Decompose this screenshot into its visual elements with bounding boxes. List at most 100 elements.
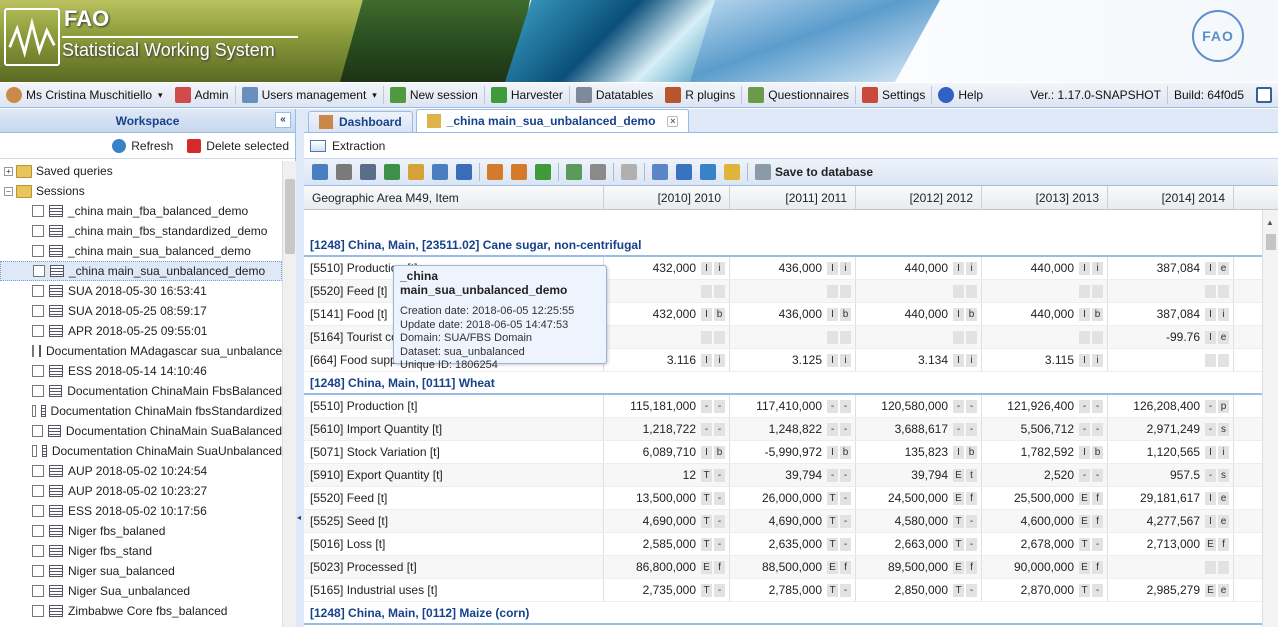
data-cell[interactable] xyxy=(982,280,1108,302)
data-cell[interactable]: 88,500,000 Ef xyxy=(730,556,856,578)
session-item[interactable]: AUP 2018-05-02 10:23:27 xyxy=(0,481,282,501)
data-cell[interactable]: 2,735,000 T - xyxy=(604,579,730,601)
r-plugins-button[interactable]: R plugins xyxy=(659,83,741,108)
data-cell[interactable]: 1,218,722- - xyxy=(604,418,730,440)
data-cell[interactable]: 12 T - xyxy=(604,464,730,486)
new-session-button[interactable]: New session xyxy=(384,83,484,108)
session-checkbox[interactable] xyxy=(32,445,37,457)
data-cell[interactable]: 90,000,000 Ef xyxy=(982,556,1108,578)
data-cell[interactable]: 24,500,000 Ef xyxy=(856,487,982,509)
save-to-database-button[interactable]: Save to database xyxy=(755,164,873,180)
user-menu[interactable]: Ms Cristina Muschitiello ▾ xyxy=(0,83,169,108)
data-cell[interactable]: 1,782,592 Ib xyxy=(982,441,1108,463)
data-cell[interactable]: 4,580,000 T - xyxy=(856,510,982,532)
search-icon[interactable] xyxy=(408,164,424,180)
data-cell[interactable]: 26,000,000 T - xyxy=(730,487,856,509)
data-cell[interactable]: 2,785,000 T - xyxy=(730,579,856,601)
session-item[interactable]: Zimbabwe Core fbs_balanced xyxy=(0,601,282,621)
data-cell[interactable] xyxy=(604,326,730,348)
data-cell[interactable]: 440,000 Ii xyxy=(982,257,1108,279)
session-checkbox[interactable] xyxy=(32,425,44,437)
data-cell[interactable] xyxy=(1108,349,1234,371)
column-header-year[interactable]: [2010] 2010 xyxy=(604,186,730,209)
data-cell[interactable]: 25,500,000 Ef xyxy=(982,487,1108,509)
session-item[interactable]: _china main_sua_unbalanced_demo xyxy=(0,261,282,281)
plugin-icon[interactable] xyxy=(535,164,551,180)
session-checkbox[interactable] xyxy=(32,585,44,597)
session-item[interactable]: APR 2018-05-25 09:55:01 xyxy=(0,321,282,341)
collapse-toggle-icon[interactable]: − xyxy=(4,186,13,196)
session-item[interactable]: _china main_fba_balanced_demo xyxy=(0,201,282,221)
session-checkbox[interactable] xyxy=(32,545,44,557)
group-header[interactable]: [1248] China, Main, [23511.02] Cane suga… xyxy=(304,234,1262,257)
table-row[interactable]: [5510] Production [t] 115,181,000- -117,41… xyxy=(304,395,1262,418)
session-item[interactable]: Documentation MAdagascar sua_unbalanced xyxy=(0,341,282,361)
tree-node-sessions[interactable]: − Sessions xyxy=(0,181,282,201)
session-checkbox[interactable] xyxy=(32,245,44,257)
data-cell[interactable]: 957.5- s xyxy=(1108,464,1234,486)
session-checkbox[interactable] xyxy=(32,365,44,377)
session-checkbox[interactable] xyxy=(32,525,44,537)
table-row[interactable]: [5023] Processed [t] 86,800,000 Ef 88,500,0… xyxy=(304,556,1262,579)
session-checkbox[interactable] xyxy=(32,285,44,297)
tab-dashboard[interactable]: Dashboard xyxy=(308,111,413,132)
data-cell[interactable] xyxy=(1108,280,1234,302)
table-row[interactable]: [5016] Loss [t] 2,585,000 T -2,635,000 T -2,6… xyxy=(304,533,1262,556)
table-row[interactable]: [5610] Import Quantity [t] 1,218,722- -1,2… xyxy=(304,418,1262,441)
data-cell[interactable]: 126,208,400- p xyxy=(1108,395,1234,417)
tools-icon[interactable] xyxy=(312,164,328,180)
delete-selected-button[interactable]: Delete selected xyxy=(187,138,289,153)
data-cell[interactable]: 2,850,000 T - xyxy=(856,579,982,601)
session-checkbox[interactable] xyxy=(32,345,34,357)
data-cell[interactable]: -99.76 Ie xyxy=(1108,326,1234,348)
eraser-icon[interactable] xyxy=(621,164,637,180)
data-cell[interactable]: 432,000 Ib xyxy=(604,303,730,325)
splitter-arrow-icon[interactable]: ◂ xyxy=(297,513,301,522)
layout-icon[interactable] xyxy=(456,164,472,180)
session-item[interactable]: ESS 2018-05-14 14:10:46 xyxy=(0,361,282,381)
session-checkbox[interactable] xyxy=(32,225,44,237)
session-item[interactable]: Niger fbs_balaned xyxy=(0,521,282,541)
session-checkbox[interactable] xyxy=(32,605,44,617)
data-cell[interactable]: 29,181,617 Ie xyxy=(1108,487,1234,509)
upload-icon[interactable] xyxy=(511,164,527,180)
data-cell[interactable] xyxy=(1108,556,1234,578)
session-item[interactable]: AUP 2018-05-02 10:24:54 xyxy=(0,461,282,481)
session-checkbox[interactable] xyxy=(32,205,44,217)
data-cell[interactable] xyxy=(730,326,856,348)
session-checkbox[interactable] xyxy=(32,565,44,577)
data-cell[interactable]: 2,713,000 Ef xyxy=(1108,533,1234,555)
table-row[interactable]: [5525] Seed [t] 4,690,000 T -4,690,000 T -4,5… xyxy=(304,510,1262,533)
session-item[interactable]: Documentation ChinaMain SuaUnbalanced xyxy=(0,441,282,461)
data-cell[interactable]: 86,800,000 Ef xyxy=(604,556,730,578)
copy-icon[interactable] xyxy=(652,164,668,180)
session-checkbox[interactable] xyxy=(32,325,44,337)
session-checkbox[interactable] xyxy=(32,385,44,397)
data-cell[interactable]: 6,089,710 Ib xyxy=(604,441,730,463)
session-item[interactable]: Documentation ChinaMain fbsStandardized xyxy=(0,401,282,421)
table-row[interactable]: [5071] Stock Variation [t] 6,089,710 Ib -5,… xyxy=(304,441,1262,464)
session-checkbox[interactable] xyxy=(33,265,45,277)
close-icon[interactable]: × xyxy=(667,115,679,127)
panel-splitter[interactable]: ◂ xyxy=(296,109,304,627)
data-cell[interactable]: 135,823 Ib xyxy=(856,441,982,463)
data-cell[interactable]: 4,690,000 T - xyxy=(604,510,730,532)
tree-node-saved-queries[interactable]: + Saved queries xyxy=(0,161,282,181)
table-row[interactable]: [5910] Export Quantity [t] 12 T -39,794- -39… xyxy=(304,464,1262,487)
data-cell[interactable]: 4,690,000 T - xyxy=(730,510,856,532)
broom-icon[interactable] xyxy=(724,164,740,180)
data-cell[interactable] xyxy=(604,280,730,302)
session-item[interactable]: Documentation ChinaMain SuaBalanced xyxy=(0,421,282,441)
data-cell[interactable]: 2,663,000 T - xyxy=(856,533,982,555)
data-cell[interactable]: -5,990,972 Ib xyxy=(730,441,856,463)
data-cell[interactable]: 3.134 Ii xyxy=(856,349,982,371)
data-cell[interactable]: 4,600,000 Ef xyxy=(982,510,1108,532)
data-cell[interactable]: 2,520- - xyxy=(982,464,1108,486)
session-item[interactable]: Niger fbs_stand xyxy=(0,541,282,561)
session-checkbox[interactable] xyxy=(32,485,44,497)
admin-menu[interactable]: Admin xyxy=(169,83,235,108)
fullscreen-button[interactable] xyxy=(1250,83,1278,108)
column-header-year[interactable]: [2011] 2011 xyxy=(730,186,856,209)
session-item[interactable]: Niger Sua_unbalanced xyxy=(0,581,282,601)
extraction-bar[interactable]: Extraction xyxy=(304,133,1278,159)
